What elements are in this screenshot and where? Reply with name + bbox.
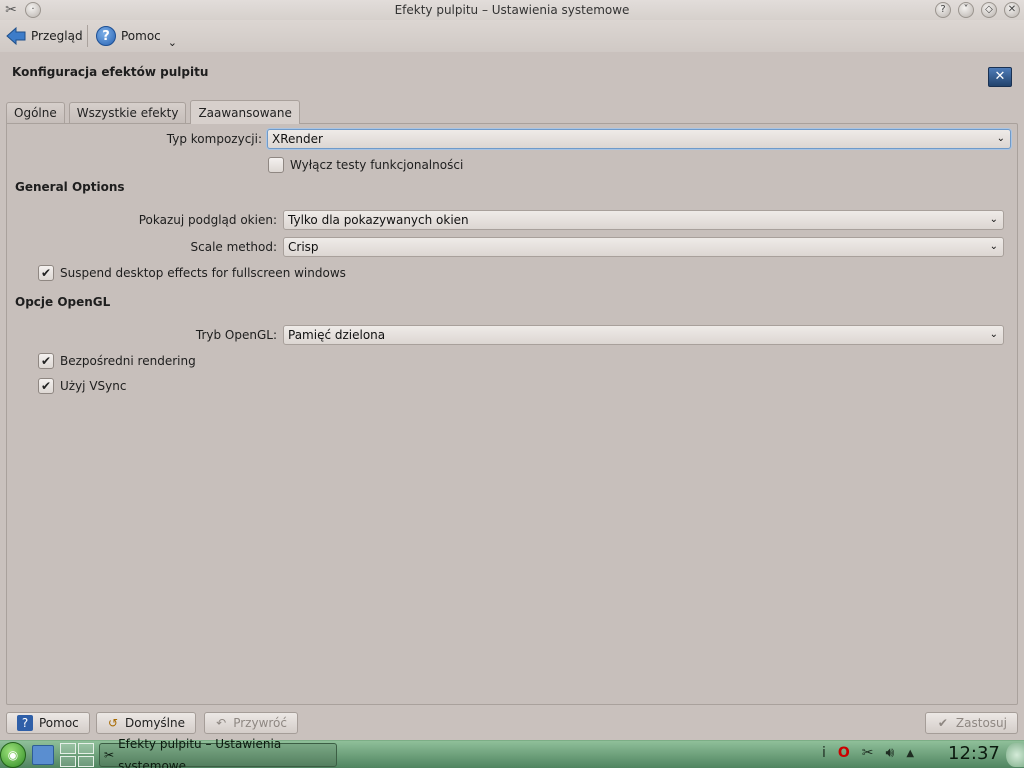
tray-expand-icon[interactable]: ▲ [906, 748, 914, 759]
window-title: Efekty pulpitu – Ustawienia systemowe [394, 3, 630, 17]
disable-checks-label: Wyłącz testy funkcjonalności [290, 158, 464, 172]
chevron-down-icon: ⌄ [989, 214, 998, 225]
suspend-fullscreen-row[interactable]: ✔ Suspend desktop effects for fullscreen… [38, 265, 346, 281]
panel-toolbox-icon[interactable] [1006, 743, 1024, 767]
help-book-icon: ? [17, 715, 33, 731]
tab-all-effects[interactable]: Wszystkie efekty [68, 102, 187, 124]
chevron-down-icon: ⌄ [167, 35, 177, 49]
application-launcher-icon[interactable]: ◉ [0, 742, 26, 768]
toolbar-separator [87, 25, 88, 47]
undo-icon: ↶ [216, 716, 227, 730]
system-tray: i O ✂ 🔊︎ ▲ [822, 745, 914, 761]
show-desktop-icon[interactable] [32, 745, 54, 765]
vsync-row[interactable]: ✔ Użyj VSync [38, 378, 126, 394]
taskbar: ◉ ✂ Efekty pulpitu – Ustawienia systemow… [0, 737, 1024, 768]
window-titlebar[interactable]: ✂ · Efekty pulpitu – Ustawienia systemow… [0, 0, 1024, 20]
checkmark-icon: ✔ [937, 716, 948, 730]
scale-method-label: Scale method: [190, 240, 277, 254]
help-icon: ? [96, 26, 116, 46]
vsync-label: Użyj VSync [60, 379, 127, 393]
general-options-title: General Options [15, 180, 125, 194]
pager-desktop-2[interactable] [78, 743, 94, 754]
tab-advanced[interactable]: Zaawansowane [190, 100, 300, 124]
overview-back-button[interactable]: Przegląd [6, 24, 83, 48]
main-toolbar: Przegląd ? Pomoc ⌄ [0, 20, 1024, 52]
page-title: Konfiguracja efektów pulpitu [12, 65, 209, 79]
pager-desktop-4[interactable] [78, 756, 94, 767]
taskbar-task-system-settings[interactable]: ✂ Efekty pulpitu – Ustawienia systemowe [99, 737, 337, 768]
vsync-checkbox[interactable]: ✔ [38, 378, 54, 394]
window-menu-button[interactable]: · [25, 2, 41, 18]
settings-tools-icon: ✂ [104, 748, 115, 762]
maximize-button[interactable]: ◇ [981, 2, 997, 18]
help-button[interactable]: ? Pomoc [6, 712, 90, 734]
chevron-down-icon: ⌄ [996, 133, 1005, 144]
defaults-button[interactable]: ↺ Domyślne [96, 712, 196, 734]
desktop-pager[interactable] [60, 743, 94, 767]
compositing-type-combo[interactable]: XRender ⌄ [267, 129, 1011, 149]
opengl-mode-label: Tryb OpenGL: [195, 328, 277, 342]
scale-method-combo[interactable]: Crisp ⌄ [283, 237, 1004, 257]
help-label: Pomoc [121, 29, 161, 43]
help-menu-button[interactable]: ? Pomoc ⌄ [96, 24, 177, 49]
defaults-icon: ↺ [107, 716, 119, 730]
back-arrow-icon [6, 26, 26, 46]
klipper-icon[interactable]: ✂ [862, 745, 874, 761]
suspend-fullscreen-checkbox[interactable]: ✔ [38, 265, 54, 281]
pager-desktop-3[interactable] [60, 756, 76, 767]
window-thumbnails-value: Tylko dla pokazywanych okien [288, 213, 469, 227]
chevron-down-icon: ⌄ [989, 329, 998, 340]
opera-icon[interactable]: O [838, 745, 850, 761]
compositing-type-value: XRender [272, 132, 323, 146]
opengl-mode-value: Pamięć dzielona [288, 328, 386, 342]
suspend-fullscreen-label: Suspend desktop effects for fullscreen w… [60, 266, 346, 280]
clock[interactable]: 12:37 [948, 743, 1000, 764]
compositing-type-label: Typ kompozycji: [166, 132, 262, 146]
tab-general[interactable]: Ogólne [6, 102, 65, 124]
scale-method-value: Crisp [288, 240, 319, 254]
context-help-button[interactable]: ? [935, 2, 951, 18]
opengl-mode-combo[interactable]: Pamięć dzielona ⌄ [283, 325, 1004, 345]
chevron-down-icon: ⌄ [989, 241, 998, 252]
close-button[interactable]: ✕ [1004, 2, 1020, 18]
direct-rendering-row[interactable]: ✔ Bezpośredni rendering [38, 353, 196, 369]
disable-checks-checkbox[interactable] [268, 157, 284, 173]
help-button-label: Pomoc [39, 716, 79, 730]
desktop-effects-icon: ✕ [988, 67, 1012, 87]
task-title: Efekty pulpitu – Ustawienia systemowe [118, 737, 282, 768]
reset-button[interactable]: ↶ Przywróć [204, 712, 298, 734]
direct-rendering-label: Bezpośredni rendering [60, 354, 196, 368]
window-thumbnails-combo[interactable]: Tylko dla pokazywanych okien ⌄ [283, 210, 1004, 230]
apply-button[interactable]: ✔ Zastosuj [925, 712, 1018, 734]
opengl-options-title: Opcje OpenGL [15, 295, 111, 309]
advanced-panel: Typ kompozycji: XRender ⌄ Wyłącz testy f… [6, 123, 1018, 705]
settings-tools-icon[interactable]: ✂ [3, 2, 19, 18]
minimize-button[interactable]: ˅ [958, 2, 974, 18]
disable-checks-row[interactable]: Wyłącz testy funkcjonalności [268, 157, 463, 173]
reset-button-label: Przywróć [233, 716, 287, 730]
defaults-button-label: Domyślne [125, 716, 185, 730]
overview-label: Przegląd [31, 29, 83, 43]
volume-icon[interactable]: 🔊︎ [886, 745, 895, 761]
window-thumbnails-label: Pokazuj podgląd okien: [138, 213, 277, 227]
apply-button-label: Zastosuj [955, 716, 1007, 730]
tab-bar: Ogólne Wszystkie efekty Zaawansowane [6, 100, 304, 124]
info-icon[interactable]: i [822, 745, 826, 761]
pager-desktop-1[interactable] [60, 743, 76, 754]
direct-rendering-checkbox[interactable]: ✔ [38, 353, 54, 369]
